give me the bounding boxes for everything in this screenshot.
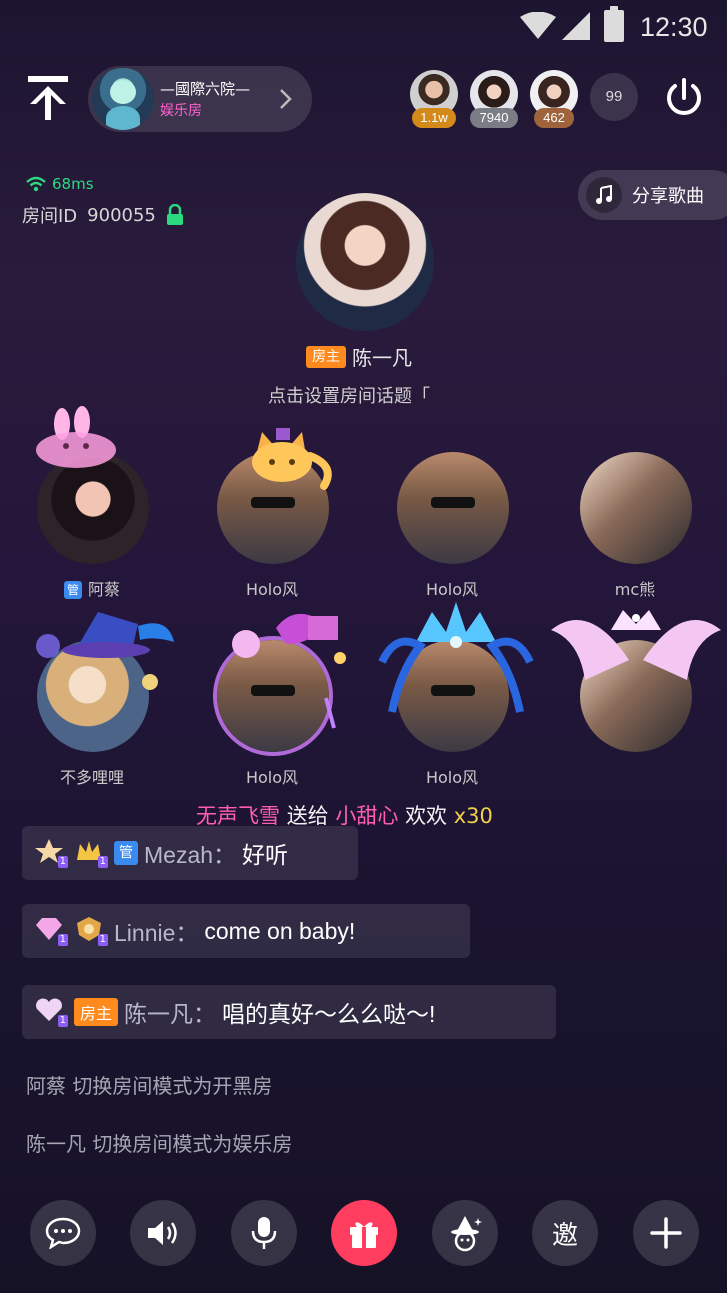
- host-name: 陈一凡: [352, 346, 412, 370]
- gift-receiver: 小甜心: [335, 804, 399, 828]
- music-note-icon: [586, 177, 622, 213]
- mic-seat-6[interactable]: Holo风: [182, 613, 362, 800]
- chat-message[interactable]: 1 1 管 Mezah： 好听: [22, 826, 358, 880]
- viewer-count-badge: 1.1w: [412, 108, 456, 128]
- chat-message[interactable]: 1 1 Linnie： come on baby!: [22, 904, 470, 958]
- owner-tag: 房主: [306, 345, 346, 368]
- plus-icon: [650, 1217, 682, 1249]
- seat-name: Holo风: [245, 580, 299, 599]
- seat-avatar: [217, 640, 329, 752]
- shield-badge-icon: 1: [74, 916, 108, 946]
- gift-count: x30: [453, 804, 493, 828]
- viewer-count-badge: 7940: [470, 108, 518, 128]
- seat-name: 管阿蔡: [2, 576, 182, 600]
- wifi-icon: [26, 176, 46, 192]
- mic-seat-3[interactable]: Holo风: [362, 432, 542, 612]
- room-info-pill[interactable]: —國際六院— 娱乐房: [88, 66, 312, 132]
- network-ping: 68ms: [26, 175, 94, 193]
- seat-avatar: [397, 640, 509, 752]
- gift-name: 欢欢: [405, 804, 448, 828]
- chat-username[interactable]: Mezah：: [144, 836, 236, 870]
- chat-text: 好听: [242, 842, 289, 868]
- seat-avatar: [580, 640, 692, 752]
- chevron-right-icon: [280, 89, 292, 109]
- room-type: 娱乐房: [160, 103, 202, 119]
- system-message: 陈一凡 切换房间模式为娱乐房: [26, 1132, 293, 1156]
- wizard-hat-icon: [451, 1216, 482, 1252]
- gift-button[interactable]: [331, 1200, 397, 1266]
- room-topic[interactable]: 点击设置房间话题「: [268, 382, 548, 408]
- seat-avatar: [37, 640, 149, 752]
- invite-label: 邀: [551, 1220, 578, 1251]
- manager-tag: 管: [63, 581, 82, 599]
- chat-message[interactable]: 1 房主 陈一凡： 唱的真好～么么哒～!: [22, 985, 556, 1039]
- microphone-button[interactable]: [231, 1200, 297, 1266]
- collapse-up-icon[interactable]: [24, 72, 72, 124]
- chat-text: come on baby!: [204, 917, 356, 944]
- mic-seat-4[interactable]: mc熊: [545, 432, 725, 612]
- wizard-hat-button[interactable]: [432, 1200, 498, 1266]
- diamond-badge-icon: 1: [34, 916, 68, 946]
- seat-avatar: [217, 452, 329, 564]
- room-avatar: [92, 68, 154, 130]
- heart-badge-icon: 1: [34, 997, 68, 1027]
- lock-icon: [166, 204, 183, 225]
- cellular-signal-icon: [562, 12, 590, 40]
- seat-name: 不多哩哩: [59, 768, 124, 787]
- online-count-button[interactable]: 99: [590, 73, 638, 121]
- mic-seat-8[interactable]: [545, 610, 725, 800]
- owner-tag: 房主: [74, 998, 119, 1026]
- mic-seat-7[interactable]: Holo风: [362, 602, 542, 800]
- system-message: 阿蔡 切换房间模式为开黑房: [26, 1074, 273, 1098]
- chat-bubble-icon: [45, 1217, 81, 1249]
- speaker-button[interactable]: [130, 1200, 196, 1266]
- seat-name: Holo风: [425, 768, 479, 787]
- room-name: —國際六院—: [160, 80, 251, 98]
- room-id-value: 900055: [87, 204, 156, 226]
- chat-text: 唱的真好～么么哒～!: [222, 1001, 436, 1027]
- gift-icon: [350, 1222, 378, 1248]
- mic-seat-2[interactable]: Holo风: [182, 428, 362, 612]
- chat-username[interactable]: Linnie：: [114, 914, 198, 948]
- share-song-button[interactable]: 分享歌曲: [578, 170, 727, 220]
- share-song-label: 分享歌曲: [632, 186, 704, 207]
- crown-badge-icon: 1: [74, 838, 108, 868]
- gift-verb: 送给: [286, 804, 329, 828]
- room-id-label: 房间ID: [22, 206, 78, 227]
- wifi-icon: [520, 12, 556, 39]
- chat-username[interactable]: 陈一凡：: [124, 995, 216, 1029]
- clock: 12:30: [640, 12, 708, 42]
- seat-name: mc熊: [614, 580, 656, 599]
- microphone-icon: [251, 1217, 277, 1249]
- host-name-row: 房主 陈一凡: [306, 342, 412, 371]
- status-bar: 12:30: [0, 0, 727, 54]
- seat-name: Holo风: [425, 580, 479, 599]
- viewer-count-badge: 462: [534, 108, 574, 128]
- mic-seat-5[interactable]: 不多哩哩: [2, 612, 182, 800]
- battery-icon: [604, 6, 624, 42]
- seat-avatar: [580, 452, 692, 564]
- seat-avatar: [37, 452, 149, 564]
- more-button[interactable]: [633, 1200, 699, 1266]
- ping-value: 68ms: [52, 175, 94, 193]
- power-icon[interactable]: [662, 76, 706, 120]
- mic-seat-1[interactable]: 管阿蔡: [2, 406, 182, 612]
- star-badge-icon: 1: [34, 838, 68, 868]
- seat-name: Holo风: [245, 768, 299, 787]
- invite-button[interactable]: 邀: [532, 1200, 598, 1266]
- speaker-icon: [148, 1221, 177, 1245]
- manager-tag: 管: [114, 841, 138, 865]
- chat-button[interactable]: [30, 1200, 96, 1266]
- host-avatar[interactable]: [296, 193, 434, 331]
- room-id-row: 房间ID 900055: [22, 202, 184, 228]
- seat-avatar: [397, 452, 509, 564]
- gift-sender: 无声飞雪: [196, 804, 280, 828]
